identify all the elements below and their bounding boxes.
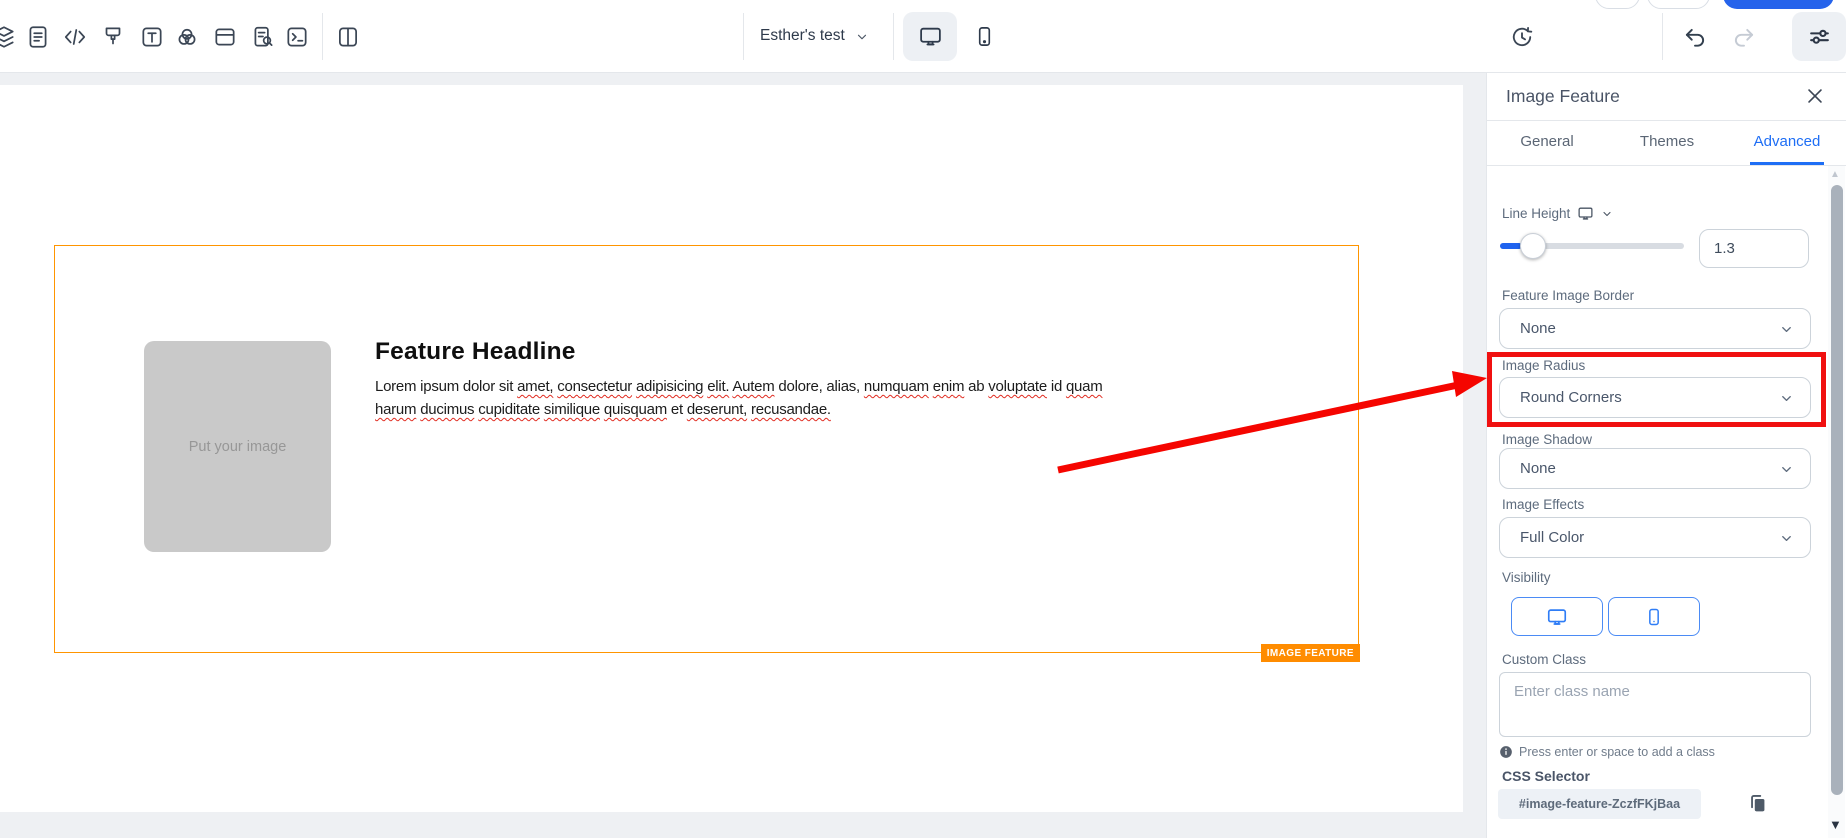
visibility-mobile-button[interactable] xyxy=(1608,597,1700,636)
terminal-icon[interactable] xyxy=(284,24,310,50)
block-type-tag: IMAGE FEATURE xyxy=(1260,644,1360,662)
close-icon[interactable] xyxy=(1804,85,1826,107)
monitor-icon[interactable] xyxy=(1577,205,1594,222)
chevron-down-icon xyxy=(1779,322,1794,342)
feature-text-column: Feature Headline Lorem ipsum dolor sit a… xyxy=(375,338,1115,421)
chevron-down-icon xyxy=(1779,462,1794,482)
scrollbar-down-arrow[interactable]: ▼ xyxy=(1829,817,1842,832)
code-icon[interactable] xyxy=(62,24,88,50)
custom-class-input[interactable] xyxy=(1499,672,1811,737)
image-placeholder[interactable]: Put your image xyxy=(144,341,331,552)
email-canvas: Put your image Feature Headline Lorem ip… xyxy=(0,85,1463,812)
layers-icon[interactable] xyxy=(0,24,17,50)
slider-thumb[interactable] xyxy=(1520,233,1546,259)
info-icon xyxy=(1500,746,1512,758)
toolbar-divider xyxy=(893,13,894,60)
image-shadow-label: Image Shadow xyxy=(1502,432,1593,447)
app-window: { "colors": { "accent_blue": "#2563eb", … xyxy=(0,0,1846,838)
feature-image-border-select[interactable]: None xyxy=(1499,308,1811,349)
redo-icon[interactable] xyxy=(1731,24,1757,50)
line-height-value-input[interactable] xyxy=(1699,229,1809,268)
undo-icon[interactable] xyxy=(1682,24,1708,50)
phone-icon xyxy=(978,27,990,46)
line-height-label-row: Line Height xyxy=(1502,205,1613,222)
line-height-label: Line Height xyxy=(1502,206,1571,221)
tab-advanced[interactable]: Advanced xyxy=(1727,121,1846,165)
page-search-icon[interactable] xyxy=(250,24,276,50)
shapes-icon[interactable] xyxy=(174,24,200,50)
visibility-desktop-button[interactable] xyxy=(1511,597,1603,636)
desktop-preview-button[interactable] xyxy=(903,12,957,61)
topbar-partial-button[interactable] xyxy=(1647,0,1710,9)
chevron-down-icon[interactable] xyxy=(1601,208,1613,220)
css-selector-value: #image-feature-ZczfFKjBaa xyxy=(1498,789,1701,819)
monitor-icon xyxy=(919,27,941,46)
save-primary-partial-button[interactable] xyxy=(1723,0,1834,9)
scrollbar-thumb[interactable] xyxy=(1831,185,1843,795)
image-radius-select[interactable]: Round Corners xyxy=(1499,377,1811,418)
feature-image-border-label: Feature Image Border xyxy=(1502,288,1635,303)
phone-icon xyxy=(1649,608,1659,625)
document-name-dropdown[interactable]: Esther's test xyxy=(760,27,845,45)
image-effects-select[interactable]: Full Color xyxy=(1499,517,1811,558)
panel-tabs: General Themes Advanced xyxy=(1487,120,1846,166)
line-height-slider[interactable] xyxy=(1500,233,1684,259)
toolbar-divider xyxy=(743,13,744,60)
columns-icon[interactable] xyxy=(335,24,361,50)
sliders-icon xyxy=(1809,29,1829,44)
rows-icon[interactable] xyxy=(212,24,238,50)
panel-title: Image Feature xyxy=(1506,86,1620,106)
tab-general[interactable]: General xyxy=(1487,121,1607,165)
toolbar-divider xyxy=(1662,13,1663,60)
image-radius-label: Image Radius xyxy=(1502,358,1586,373)
top-toolbar: Esther's test xyxy=(0,0,1846,73)
chevron-down-icon[interactable] xyxy=(855,30,869,49)
mobile-preview-button[interactable] xyxy=(957,12,1011,61)
custom-class-hint: Press enter or space to add a class xyxy=(1499,745,1715,759)
brush-icon[interactable] xyxy=(100,24,126,50)
notes-icon[interactable] xyxy=(25,24,51,50)
feature-paragraph-line-1[interactable]: Lorem ipsum dolor sit amet, consectetur … xyxy=(375,375,1115,398)
topbar-partial-button[interactable] xyxy=(1595,0,1640,9)
settings-panel: Image Feature General Themes Advanced Li… xyxy=(1486,73,1846,838)
css-selector-label: CSS Selector xyxy=(1502,768,1590,784)
image-shadow-select[interactable]: None xyxy=(1499,448,1811,489)
scrollbar-up-arrow[interactable]: ▲ xyxy=(1830,169,1840,180)
custom-class-label: Custom Class xyxy=(1502,652,1587,667)
image-effects-label: Image Effects xyxy=(1502,497,1585,512)
copy-icon[interactable] xyxy=(1747,793,1769,815)
image-feature-block[interactable]: Put your image Feature Headline Lorem ip… xyxy=(54,245,1360,662)
text-icon[interactable] xyxy=(139,24,165,50)
history-icon[interactable] xyxy=(1509,24,1535,50)
chevron-down-icon xyxy=(1779,531,1794,551)
image-placeholder-text: Put your image xyxy=(188,438,287,455)
settings-panel-button[interactable] xyxy=(1792,12,1846,61)
tab-themes[interactable]: Themes xyxy=(1607,121,1727,165)
toolbar-divider xyxy=(322,13,323,60)
slider-fill xyxy=(1500,243,1522,249)
feature-headline[interactable]: Feature Headline xyxy=(375,338,1115,366)
visibility-label: Visibility xyxy=(1502,570,1551,585)
monitor-icon xyxy=(1547,608,1567,625)
feature-paragraph-line-2[interactable]: harum ducimus cupiditate similique quisq… xyxy=(375,398,1115,421)
chevron-down-icon xyxy=(1779,391,1794,411)
